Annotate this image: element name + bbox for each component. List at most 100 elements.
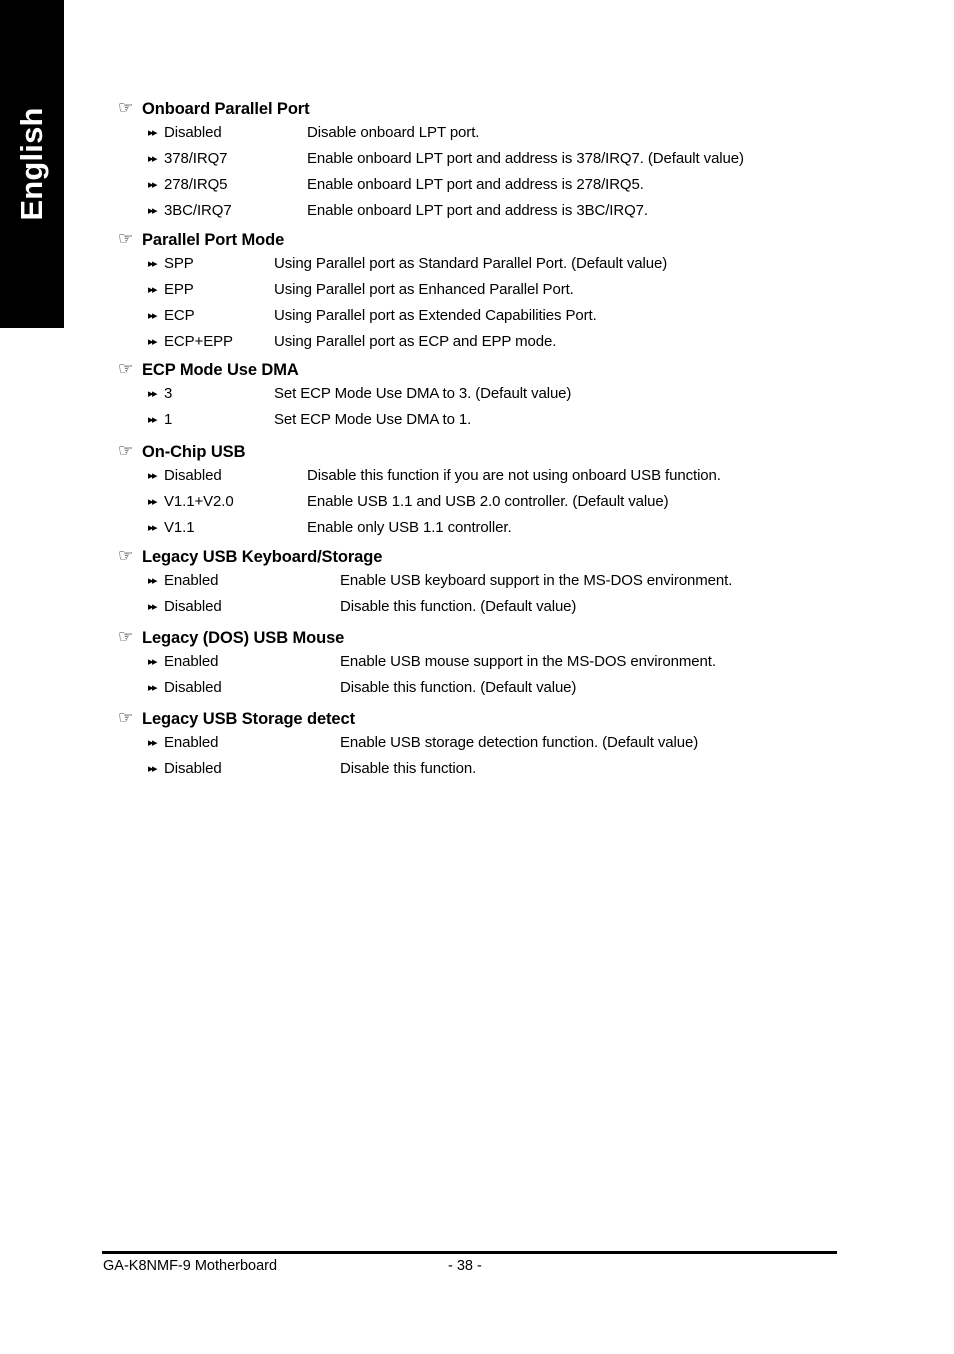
option-description: Enable USB 1.1 and USB 2.0 controller. (…	[307, 493, 669, 510]
section-heading: ☞ ECP Mode Use DMA	[0, 361, 954, 380]
option-row: ▸▸ 3BC/IRQ7 Enable onboard LPT port and ad…	[0, 202, 954, 219]
option-description: Disable this function if you are not usi…	[307, 467, 721, 484]
section-title: ECP Mode Use DMA	[142, 361, 299, 379]
section-heading: ☞ Onboard Parallel Port	[0, 100, 954, 119]
option-row: ▸▸ Disabled Disable this function. (Defaul…	[0, 598, 954, 615]
option-description: Enable onboard LPT port and address is 2…	[307, 176, 644, 193]
double-triangle-right-icon: ▸▸	[148, 178, 158, 191]
option-row: ▸▸ Disabled Disable this function.	[0, 760, 954, 777]
footer-page-number: - 38 -	[448, 1258, 482, 1274]
option-description: Using Parallel port as Enhanced Parallel…	[274, 281, 574, 298]
option-row: ▸▸ SPP Using Parallel port as Standard Par…	[0, 255, 954, 272]
option-description: Enable USB mouse support in the MS-DOS e…	[340, 653, 716, 670]
hand-pointing-right-icon: ☞	[118, 229, 134, 249]
option-row: ▸▸ ECP Using Parallel port as Extended Cap…	[0, 307, 954, 324]
option-description: Using Parallel port as Standard Parallel…	[274, 255, 668, 272]
option-description: Disable this function. (Default value)	[340, 598, 577, 615]
double-triangle-right-icon: ▸▸	[148, 413, 158, 426]
hand-pointing-right-icon: ☞	[118, 98, 134, 118]
option-row: ▸▸ Disabled Disable this function if you a…	[0, 467, 954, 484]
option-description: Using Parallel port as Extended Capabili…	[274, 307, 597, 324]
double-triangle-right-icon: ▸▸	[148, 681, 158, 694]
option-name: V1.1+V2.0	[164, 493, 234, 510]
manual-section: ☞ Legacy USB Keyboard/Storage ▸▸ Enabled Ena…	[0, 548, 954, 616]
option-row: ▸▸ V1.1 Enable only USB 1.1 controller.	[0, 519, 954, 536]
option-row: ▸▸ Disabled Disable onboard LPT port.	[0, 124, 954, 141]
option-name: 378/IRQ7	[164, 150, 228, 167]
section-title: On-Chip USB	[142, 443, 246, 461]
double-triangle-right-icon: ▸▸	[148, 736, 158, 749]
manual-section: ☞ Onboard Parallel Port ▸▸ Disabled Disable …	[0, 100, 954, 220]
option-description: Enable USB storage detection function. (…	[340, 734, 699, 751]
option-row: ▸▸ 378/IRQ7 Enable onboard LPT port and ad…	[0, 150, 954, 167]
double-triangle-right-icon: ▸▸	[148, 257, 158, 270]
double-triangle-right-icon: ▸▸	[148, 283, 158, 296]
footer-product-name: GA-K8NMF-9 Motherboard	[103, 1258, 278, 1274]
option-name: Enabled	[164, 572, 219, 589]
double-triangle-right-icon: ▸▸	[148, 204, 158, 217]
manual-section: ☞ On-Chip USB ▸▸ Disabled Disable this funct…	[0, 443, 954, 537]
double-triangle-right-icon: ▸▸	[148, 152, 158, 165]
option-row: ▸▸ 3 Set ECP Mode Use DMA to 3. (Default v…	[0, 385, 954, 402]
manual-page: English ☞ Onboard Parallel Port ▸▸ Disabled…	[0, 0, 954, 1354]
option-row: ▸▸ Disabled Disable this function. (Defaul…	[0, 679, 954, 696]
manual-section: ☞ Legacy USB Storage detect ▸▸ Enabled Enabl…	[0, 710, 954, 778]
double-triangle-right-icon: ▸▸	[148, 521, 158, 534]
hand-pointing-right-icon: ☞	[118, 708, 134, 728]
option-name: Enabled	[164, 653, 219, 670]
double-triangle-right-icon: ▸▸	[148, 309, 158, 322]
option-name: V1.1	[164, 519, 195, 536]
page-footer: GA-K8NMF-9 Motherboard - 38 -	[0, 1258, 954, 1280]
section-heading: ☞ Parallel Port Mode	[0, 231, 954, 250]
section-title: Legacy USB Storage detect	[142, 710, 355, 728]
double-triangle-right-icon: ▸▸	[148, 600, 158, 613]
option-description: Disable onboard LPT port.	[307, 124, 480, 141]
double-triangle-right-icon: ▸▸	[148, 387, 158, 400]
option-name: ECP	[164, 307, 195, 324]
hand-pointing-right-icon: ☞	[118, 627, 134, 647]
option-row: ▸▸ EPP Using Parallel port as Enhanced Par…	[0, 281, 954, 298]
hand-pointing-right-icon: ☞	[118, 441, 134, 461]
section-title: Legacy (DOS) USB Mouse	[142, 629, 345, 647]
option-name: 278/IRQ5	[164, 176, 228, 193]
option-row: ▸▸ 1 Set ECP Mode Use DMA to 1.	[0, 411, 954, 428]
double-triangle-right-icon: ▸▸	[148, 469, 158, 482]
double-triangle-right-icon: ▸▸	[148, 335, 158, 348]
section-title: Parallel Port Mode	[142, 231, 285, 249]
option-row: ▸▸ ECP+EPP Using Parallel port as ECP and …	[0, 333, 954, 350]
option-name: 1	[164, 411, 173, 428]
option-description: Using Parallel port as ECP and EPP mode.	[274, 333, 557, 350]
option-row: ▸▸ Enabled Enable USB mouse support in the…	[0, 653, 954, 670]
option-name: Disabled	[164, 124, 222, 141]
section-heading: ☞ On-Chip USB	[0, 443, 954, 462]
section-heading: ☞ Legacy USB Storage detect	[0, 710, 954, 729]
option-description: Enable onboard LPT port and address is 3…	[307, 202, 648, 219]
option-name: Disabled	[164, 679, 222, 696]
option-name: 3BC/IRQ7	[164, 202, 232, 219]
manual-section: ☞ Legacy (DOS) USB Mouse ▸▸ Enabled Enable U…	[0, 629, 954, 697]
option-name: SPP	[164, 255, 194, 272]
option-name: ECP+EPP	[164, 333, 233, 350]
option-description: Disable this function. (Default value)	[340, 679, 577, 696]
double-triangle-right-icon: ▸▸	[148, 126, 158, 139]
double-triangle-right-icon: ▸▸	[148, 655, 158, 668]
option-description: Enable only USB 1.1 controller.	[307, 519, 512, 536]
section-title: Legacy USB Keyboard/Storage	[142, 548, 383, 566]
option-name: Disabled	[164, 598, 222, 615]
option-row: ▸▸ V1.1+V2.0 Enable USB 1.1 and USB 2.0 co…	[0, 493, 954, 510]
option-name: Disabled	[164, 760, 222, 777]
footer-divider	[102, 1251, 837, 1254]
option-description: Set ECP Mode Use DMA to 3. (Default valu…	[274, 385, 572, 402]
hand-pointing-right-icon: ☞	[118, 546, 134, 566]
manual-section: ☞ Parallel Port Mode ▸▸ SPP Using Parallel p…	[0, 231, 954, 351]
double-triangle-right-icon: ▸▸	[148, 574, 158, 587]
option-row: ▸▸ Enabled Enable USB keyboard support in …	[0, 572, 954, 589]
section-heading: ☞ Legacy (DOS) USB Mouse	[0, 629, 954, 648]
double-triangle-right-icon: ▸▸	[148, 495, 158, 508]
option-name: Disabled	[164, 467, 222, 484]
section-heading: ☞ Legacy USB Keyboard/Storage	[0, 548, 954, 567]
option-description: Disable this function.	[340, 760, 477, 777]
manual-section: ☞ ECP Mode Use DMA ▸▸ 3 Set ECP Mode Use DMA…	[0, 361, 954, 429]
option-name: Enabled	[164, 734, 219, 751]
section-title: Onboard Parallel Port	[142, 100, 310, 118]
